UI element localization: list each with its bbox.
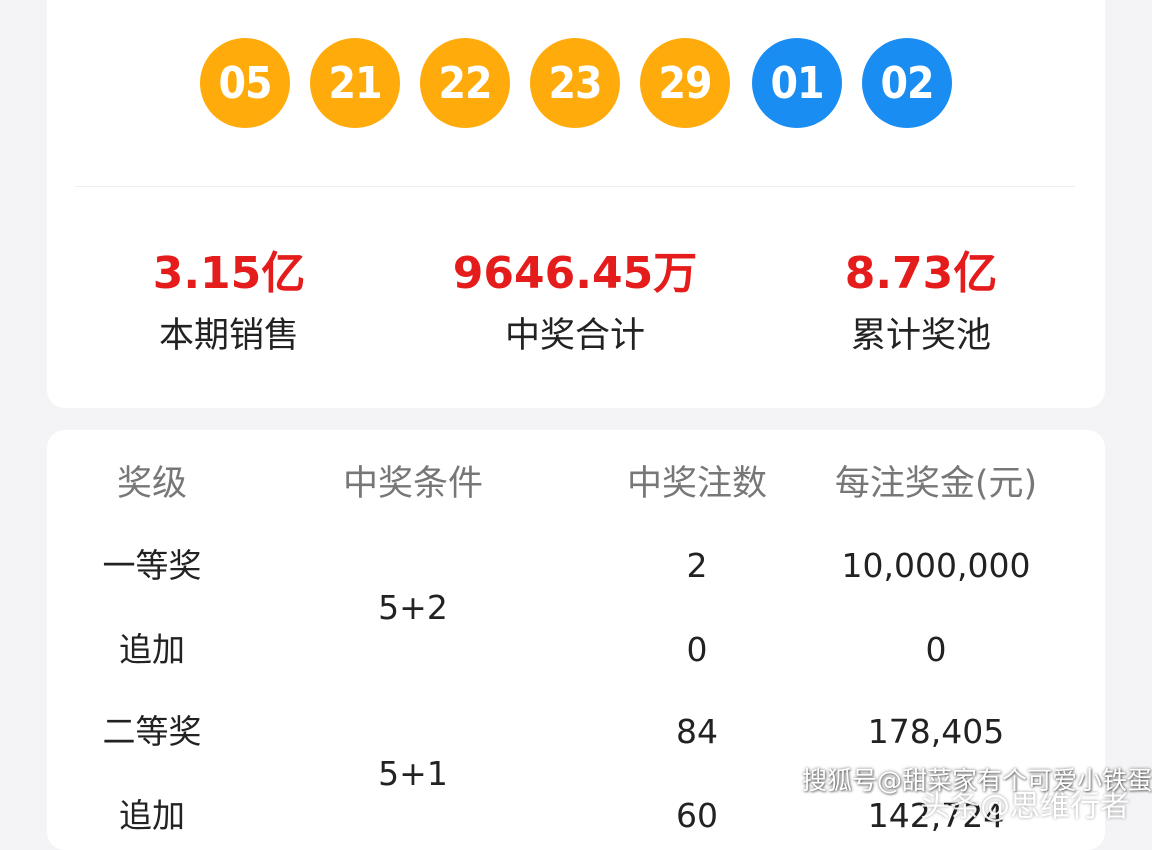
row-count: 84 bbox=[676, 712, 718, 751]
stat-jackpot: 8.73亿 累计奖池 bbox=[771, 248, 1071, 358]
row-level: 一等奖 bbox=[102, 546, 202, 585]
header-count: 中奖注数 bbox=[626, 464, 767, 504]
row-prize: 10,000,000 bbox=[841, 546, 1031, 585]
row-count: 0 bbox=[686, 630, 708, 669]
header-level: 奖级 bbox=[116, 464, 187, 504]
watermark: 搜狐号@甜菜家有个可爱小铁蛋 bbox=[802, 766, 1152, 795]
row-level: 追加 bbox=[119, 796, 185, 835]
back-ball-1: 01 bbox=[752, 38, 842, 128]
divider bbox=[75, 186, 1075, 187]
row-count: 60 bbox=[676, 796, 718, 835]
front-ball-4: 23 bbox=[530, 38, 620, 128]
stat-sales: 3.15亿 本期销售 bbox=[79, 248, 379, 358]
stat-sales-label: 本期销售 bbox=[158, 316, 299, 356]
header-prize: 每注奖金(元) bbox=[834, 464, 1038, 504]
row-count: 2 bbox=[686, 546, 708, 585]
group-condition: 5+2 bbox=[378, 588, 448, 627]
stat-total-prize-label: 中奖合计 bbox=[504, 316, 645, 356]
front-ball-3: 22 bbox=[420, 38, 510, 128]
row-prize: 178,405 bbox=[867, 712, 1005, 751]
front-ball-5: 29 bbox=[640, 38, 730, 128]
stat-total-prize: 9646.45万 中奖合计 bbox=[425, 248, 725, 358]
draw-result-card: 05 21 22 23 29 01 02 3.15亿 本期销售 9646.45万… bbox=[47, 0, 1105, 408]
winning-numbers: 05 21 22 23 29 01 02 bbox=[200, 38, 960, 130]
group-condition: 5+1 bbox=[378, 754, 448, 793]
row-level: 二等奖 bbox=[102, 712, 202, 751]
back-ball-2: 02 bbox=[862, 38, 952, 128]
stat-jackpot-value: 8.73亿 bbox=[844, 248, 998, 299]
header-condition: 中奖条件 bbox=[342, 464, 483, 504]
stat-total-prize-value: 9646.45万 bbox=[452, 248, 698, 299]
stat-sales-value: 3.15亿 bbox=[152, 248, 306, 299]
front-ball-1: 05 bbox=[200, 38, 290, 128]
row-prize: 0 bbox=[925, 630, 947, 669]
front-ball-2: 21 bbox=[310, 38, 400, 128]
row-level: 追加 bbox=[119, 630, 185, 669]
stat-jackpot-label: 累计奖池 bbox=[850, 316, 991, 356]
